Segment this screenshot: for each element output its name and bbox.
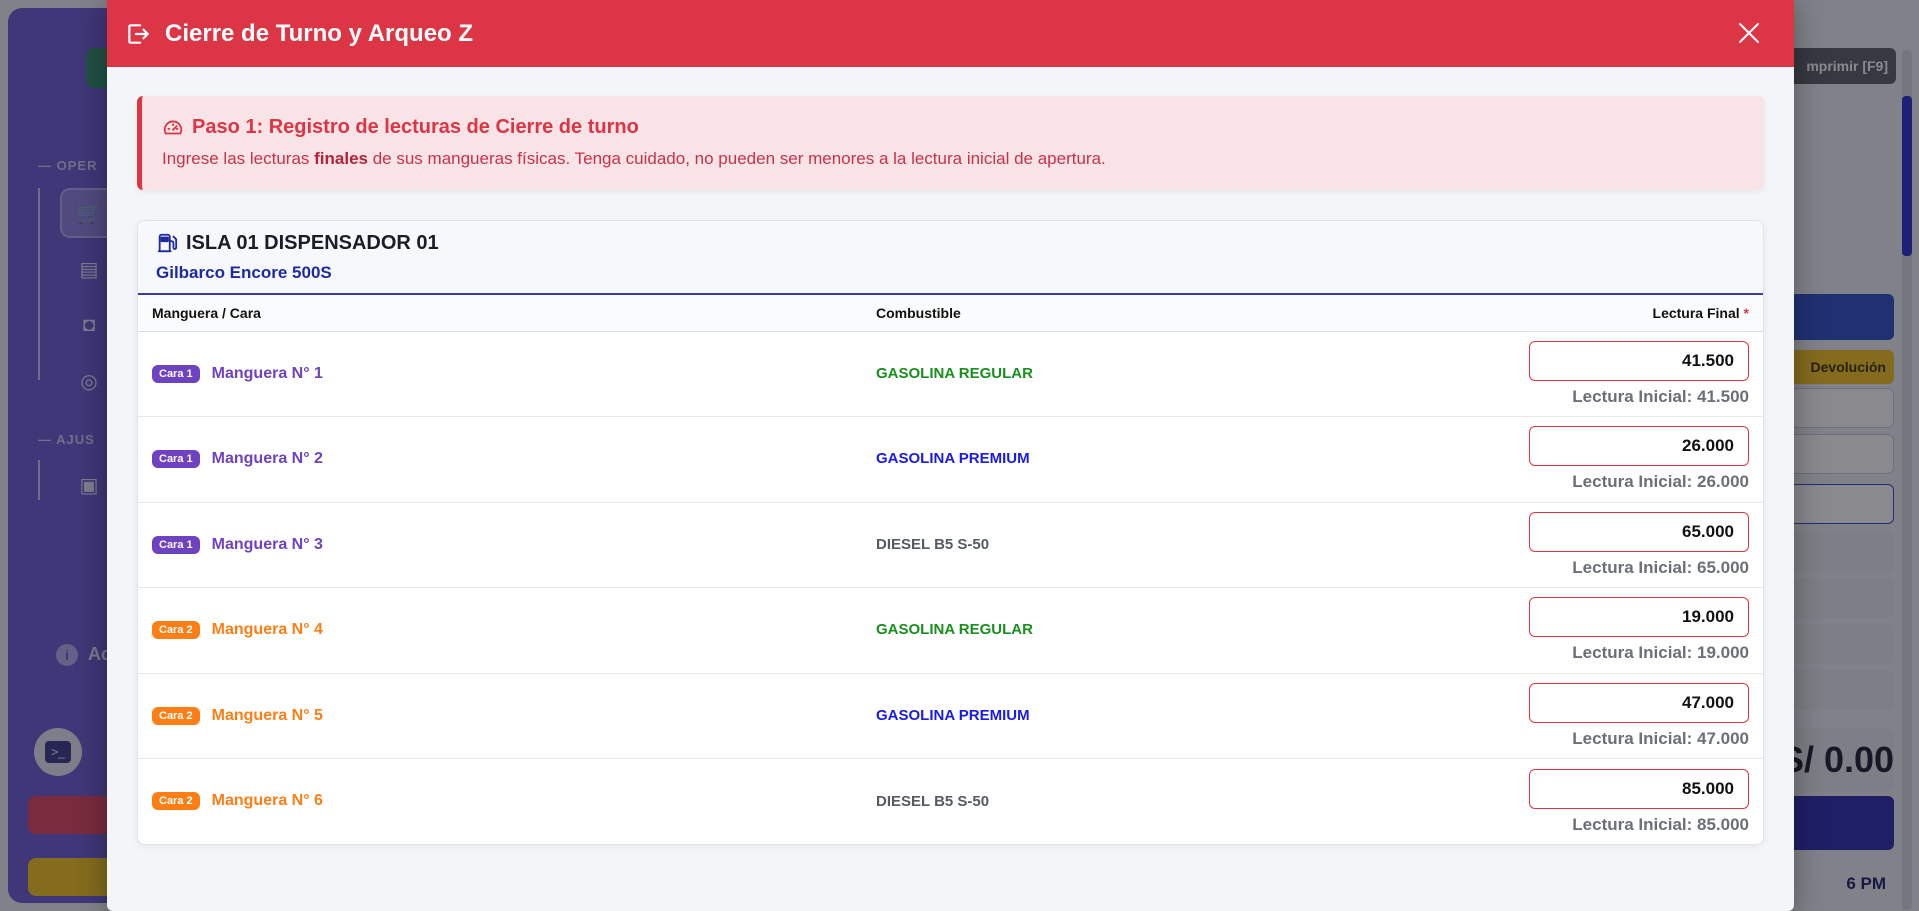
hose-name: Manguera N° 1 bbox=[211, 364, 323, 382]
fuel-type: DIESEL B5 S-50 bbox=[876, 535, 990, 553]
final-reading-input[interactable] bbox=[1529, 597, 1749, 638]
face-badge: Cara 2 bbox=[152, 621, 200, 640]
step-alert: Paso 1: Registro de lecturas de Cierre d… bbox=[137, 96, 1764, 190]
initial-reading: Lectura Inicial: 26.000 bbox=[1572, 472, 1749, 492]
modal-body: Paso 1: Registro de lecturas de Cierre d… bbox=[107, 67, 1794, 845]
initial-reading: Lectura Inicial: 41.500 bbox=[1572, 386, 1749, 406]
dispenser-model: Gilbarco Encore 500S bbox=[156, 263, 332, 282]
fuel-type: GASOLINA REGULAR bbox=[876, 621, 1033, 639]
initial-reading: Lectura Inicial: 47.000 bbox=[1572, 728, 1749, 748]
shift-close-modal: Cierre de Turno y Arqueo Z Paso 1: Regis… bbox=[107, 0, 1794, 911]
dispenser-header: ISLA 01 DISPENSADOR 01 Gilbarco Encore 5… bbox=[138, 221, 1763, 295]
face-badge: Cara 2 bbox=[152, 706, 200, 725]
dispenser-name: ISLA 01 DISPENSADOR 01 bbox=[186, 231, 439, 254]
gauge-icon bbox=[163, 120, 183, 134]
table-row: Cara 2 Manguera N° 4 GASOLINA REGULAR Lec… bbox=[138, 588, 1763, 673]
hose-name: Manguera N° 5 bbox=[211, 706, 323, 724]
modal-header: Cierre de Turno y Arqueo Z bbox=[107, 0, 1794, 67]
hose-name: Manguera N° 6 bbox=[211, 792, 323, 810]
final-reading-input[interactable] bbox=[1529, 682, 1749, 723]
final-reading-input[interactable] bbox=[1529, 768, 1749, 809]
final-reading-input[interactable] bbox=[1529, 511, 1749, 552]
fuel-pump-icon bbox=[157, 233, 178, 253]
final-reading-input[interactable] bbox=[1529, 426, 1749, 467]
fuel-type: GASOLINA PREMIUM bbox=[876, 706, 1030, 724]
face-badge: Cara 2 bbox=[152, 792, 200, 811]
fuel-type: DIESEL B5 S-50 bbox=[876, 792, 990, 810]
col-header-fuel: Combustible bbox=[862, 295, 1422, 332]
initial-reading: Lectura Inicial: 19.000 bbox=[1572, 643, 1749, 663]
dispenser-card: ISLA 01 DISPENSADOR 01 Gilbarco Encore 5… bbox=[137, 220, 1764, 845]
face-badge: Cara 1 bbox=[152, 450, 200, 469]
face-badge: Cara 1 bbox=[152, 364, 200, 383]
hose-readings-table: Manguera / Cara Combustible Lectura Fina… bbox=[138, 295, 1763, 844]
hose-name: Manguera N° 4 bbox=[211, 621, 323, 639]
close-icon[interactable] bbox=[1732, 16, 1766, 50]
logout-icon bbox=[125, 20, 153, 48]
initial-reading: Lectura Inicial: 65.000 bbox=[1572, 557, 1749, 577]
alert-description: Ingrese las lecturas finales de sus mang… bbox=[162, 149, 1106, 168]
col-header-final-reading: Lectura Final * bbox=[1422, 295, 1763, 332]
face-badge: Cara 1 bbox=[152, 535, 200, 554]
col-header-hose: Manguera / Cara bbox=[138, 295, 862, 332]
table-row: Cara 1 Manguera N° 3 DIESEL B5 S-50 Lectu… bbox=[138, 502, 1763, 588]
final-reading-input[interactable] bbox=[1529, 340, 1749, 381]
table-row: Cara 2 Manguera N° 6 DIESEL B5 S-50 Lectu… bbox=[138, 759, 1763, 845]
fuel-type: GASOLINA PREMIUM bbox=[876, 450, 1030, 468]
hose-name: Manguera N° 3 bbox=[211, 535, 323, 553]
table-row: Cara 1 Manguera N° 1 GASOLINA REGULAR Lec… bbox=[138, 331, 1763, 417]
table-row: Cara 2 Manguera N° 5 GASOLINA PREMIUM Lec… bbox=[138, 673, 1763, 759]
alert-title: Paso 1: Registro de lecturas de Cierre d… bbox=[162, 116, 1742, 139]
fuel-type: GASOLINA REGULAR bbox=[876, 364, 1033, 382]
modal-title: Cierre de Turno y Arqueo Z bbox=[165, 19, 474, 47]
hose-name: Manguera N° 2 bbox=[211, 450, 323, 468]
table-row: Cara 1 Manguera N° 2 GASOLINA PREMIUM Lec… bbox=[138, 417, 1763, 502]
initial-reading: Lectura Inicial: 85.000 bbox=[1572, 814, 1749, 834]
